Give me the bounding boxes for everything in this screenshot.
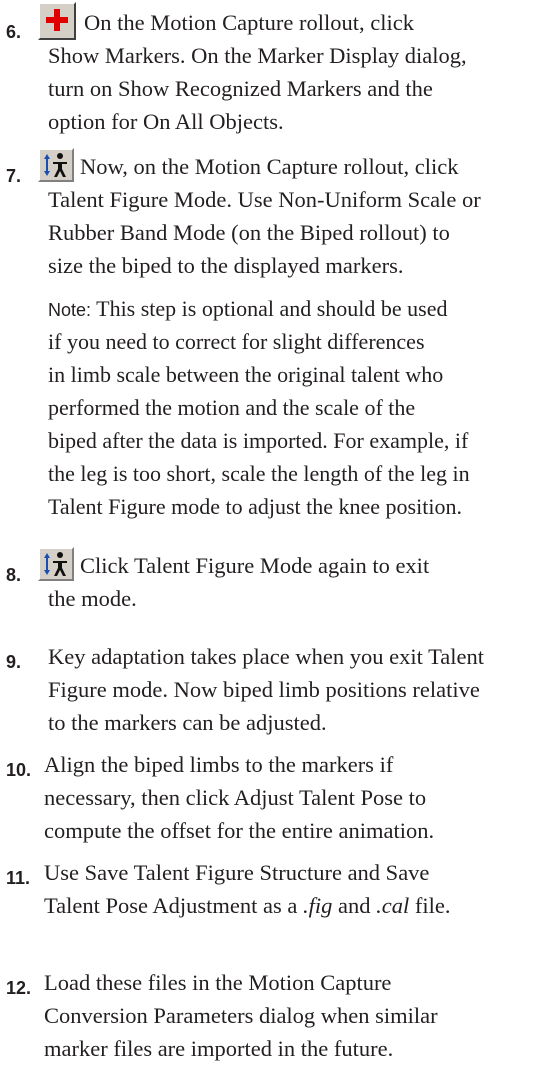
- step-text-line: Conversion Parameters dialog when simila…: [44, 1003, 438, 1028]
- note-text-line: the leg is too short, scale the length o…: [48, 461, 470, 486]
- step-text-line: Use Save Talent Figure Structure and Sav…: [44, 860, 430, 885]
- step-number: 12.: [6, 978, 32, 998]
- talent-figure-mode-icon: [38, 148, 74, 182]
- step-text-line: the mode.: [48, 586, 137, 611]
- show-markers-icon: [38, 2, 76, 40]
- step-text-line: Talent Figure Mode. Use Non-Uniform Scal…: [48, 187, 481, 212]
- step-text-part: file.: [409, 893, 451, 918]
- step-text-line: option for On All Objects.: [48, 109, 284, 134]
- cal-extension: .cal: [376, 893, 410, 918]
- step-text-line: Now, on the Motion Capture rollout, clic…: [80, 154, 459, 179]
- note-text-line: This step is optional and should be used: [91, 296, 448, 321]
- step-text-line: marker files are imported in the future.: [44, 1036, 394, 1061]
- step-text-line: Click Talent Figure Mode again to exit: [80, 553, 430, 578]
- step-text-line: compute the offset for the entire animat…: [44, 818, 435, 843]
- step-number: 9.: [6, 652, 22, 672]
- step-text-line: size the biped to the displayed markers.: [48, 253, 404, 278]
- step-text-line: to the markers can be adjusted.: [48, 710, 327, 735]
- step-text-line: Load these files in the Motion Capture: [44, 970, 392, 995]
- step-text-line: necessary, then click Adjust Talent Pose…: [44, 785, 427, 810]
- note-label: Note:: [48, 300, 92, 320]
- fig-extension: .fig: [303, 893, 333, 918]
- step-number: 7.: [6, 166, 22, 186]
- step-text-line: turn on Show Recognized Markers and the: [48, 76, 433, 101]
- step-text-line: On the Motion Capture rollout, click: [84, 10, 414, 35]
- step-text-line: Align the biped limbs to the markers if: [44, 752, 394, 777]
- note-text-line: biped after the data is imported. For ex…: [48, 428, 469, 453]
- talent-figure-mode-icon: [38, 547, 74, 581]
- step-number: 6.: [6, 22, 22, 42]
- step-number: 11.: [6, 868, 31, 888]
- step-number: 8.: [6, 565, 22, 585]
- step-text-line: Show Markers. On the Marker Display dial…: [48, 43, 467, 68]
- step-text-part: Talent Pose Adjustment as a: [44, 893, 304, 918]
- step-text-line: Key adaptation takes place when you exit…: [48, 644, 484, 669]
- step-number: 10.: [6, 760, 32, 780]
- note-text-line: performed the motion and the scale of th…: [48, 395, 416, 420]
- step-text-line: Rubber Band Mode (on the Biped rollout) …: [48, 220, 450, 245]
- note-text-line: Talent Figure mode to adjust the knee po…: [48, 494, 462, 519]
- step-text-line: Figure mode. Now biped limb positions re…: [48, 677, 480, 702]
- step-text-part: and: [332, 893, 377, 918]
- note-text-line: if you need to correct for slight differ…: [48, 329, 425, 354]
- note-text-line: in limb scale between the original talen…: [48, 362, 444, 387]
